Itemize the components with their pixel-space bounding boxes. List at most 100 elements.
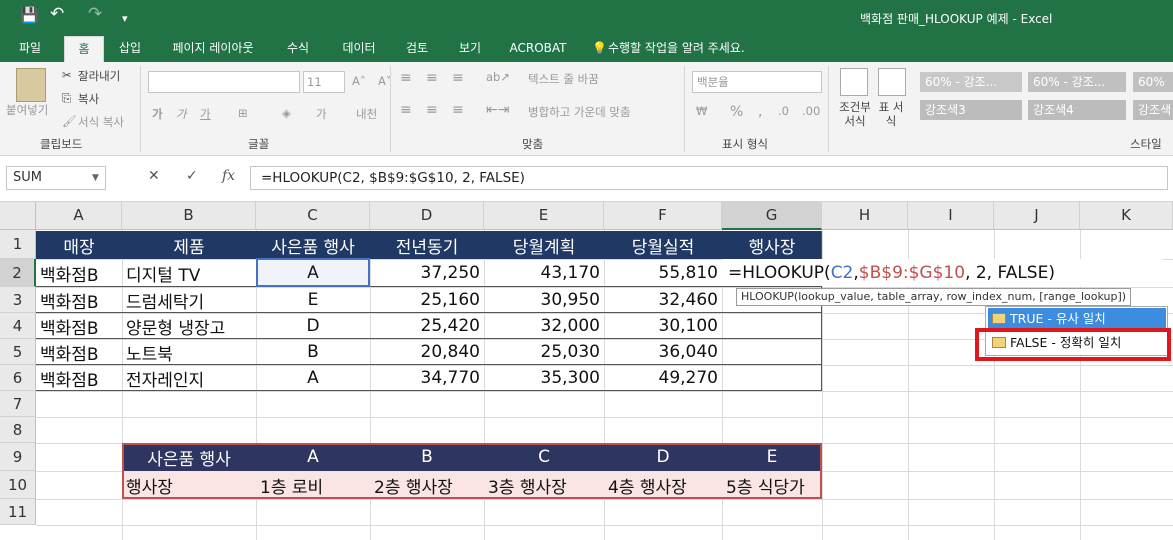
customize-quick-access-icon[interactable]: ▾ [122,12,128,25]
grow-font-icon[interactable]: A˄ [352,74,366,88]
align-top-icon[interactable]: ≡ [400,70,412,86]
conditional-format-button[interactable]: 조건부 서식 [836,100,874,128]
table1-cell[interactable]: 백화점B [36,287,122,313]
tab-file[interactable]: 파일 [10,36,50,62]
font-name-select[interactable] [148,71,300,93]
table1-header-cell[interactable]: 전년동기 [370,231,484,259]
table1-cell[interactable]: 전자레인지 [122,365,256,391]
style-chip[interactable]: 강조색 [1133,100,1173,120]
table2-cell[interactable]: 2층 행사장 [370,471,484,499]
table2-header-cell[interactable]: E [722,443,822,471]
table2-cell[interactable]: 3층 행사장 [484,471,604,499]
border-icon[interactable]: ⊞ [238,106,248,120]
table1-cell[interactable]: 25,030 [484,339,604,365]
table1-cell[interactable]: 32,000 [484,313,604,339]
row-header-2[interactable]: 2 [0,259,36,287]
redo-icon[interactable]: ↷ [88,4,102,24]
decrease-decimal-icon[interactable]: .00 [802,104,820,118]
table1-header-cell[interactable]: 매장 [36,231,122,259]
row-header-10[interactable]: 10 [0,471,36,499]
style-chip[interactable]: 60% - 강조... [920,72,1022,92]
table1-cell[interactable]: 디지털 TV [122,259,256,287]
table1-cell[interactable]: E [256,287,370,313]
style-chip[interactable]: 강조색4 [1028,100,1126,120]
column-header-g[interactable]: G [722,202,822,230]
align-center-icon[interactable]: ≡ [426,102,438,118]
table1-cell[interactable]: 34,770 [370,365,484,391]
column-header-b[interactable]: B [122,202,256,230]
align-middle-icon[interactable]: ≡ [426,70,438,86]
column-header-c[interactable]: C [256,202,370,230]
format-as-table-button[interactable]: 표 서식 [876,100,906,128]
table1-cell[interactable]: 백화점B [36,313,122,339]
row-header-7[interactable]: 7 [0,391,36,417]
fill-color-icon[interactable]: ◈ [282,106,291,120]
table1-cell[interactable]: 49,270 [604,365,722,391]
format-as-table-icon[interactable] [878,68,906,96]
percent-button[interactable]: % [730,104,743,120]
paste-icon[interactable] [16,68,46,102]
tab-insert[interactable]: 삽입 [110,36,150,62]
row-header-8[interactable]: 8 [0,417,36,443]
copy-icon[interactable]: ⎘ [62,91,71,106]
name-box[interactable]: SUM [6,166,106,190]
formula-input[interactable]: =HLOOKUP(C2, $B$9:$G$10, 2, FALSE) [250,166,1168,190]
tab-home[interactable]: 홈 [64,36,104,62]
scissors-icon[interactable]: ✂ [62,68,72,82]
table1-cell[interactable]: 드럼세탁기 [122,287,256,313]
merge-center-button[interactable]: 병합하고 가운데 맞춤 [528,104,631,120]
row-header-5[interactable]: 5 [0,339,36,365]
table1-header-cell[interactable]: 행사장 [722,231,822,259]
table1-cell[interactable]: 36,040 [604,339,722,365]
table1-cell[interactable]: 백화점B [36,339,122,365]
row-header-9[interactable]: 9 [0,443,36,471]
table1-cell[interactable]: 30,950 [484,287,604,313]
table1-cell[interactable]: 25,420 [370,313,484,339]
table1-cell[interactable]: 20,840 [370,339,484,365]
row-header-1[interactable]: 1 [0,230,36,259]
paste-button[interactable]: 붙여넣기 [6,102,48,118]
table1-header-cell[interactable]: 사은품 행사 [256,231,370,259]
column-header-a[interactable]: A [36,202,122,230]
tab-data[interactable]: 데이터 [334,36,384,62]
row-header-11[interactable]: 11 [0,499,36,525]
table2-cell[interactable]: 1층 로비 [256,471,370,499]
save-icon[interactable]: 💾 [20,6,39,24]
underline-button[interactable]: 가 [200,106,211,122]
font-size-select[interactable]: 11 [303,71,345,93]
table1-cell[interactable]: B [256,339,370,365]
table2-header-cell[interactable]: B [370,443,484,471]
row-header-3[interactable]: 3 [0,287,36,313]
table1-cell[interactable]: 양문형 냉장고 [122,313,256,339]
column-header-f[interactable]: F [604,202,722,230]
column-header-k[interactable]: K [1080,202,1173,230]
table1-cell[interactable]: 37,250 [370,259,484,287]
select-all-corner[interactable] [0,202,36,230]
table1-cell[interactable]: 25,160 [370,287,484,313]
style-chip[interactable]: 60% [1133,72,1173,92]
table1-cell[interactable]: 백화점B [36,259,122,287]
orientation-icon[interactable]: ab↗ [486,70,510,84]
cut-button[interactable]: 잘라내기 [78,68,120,84]
indent-icon[interactable]: ⇤⇥ [486,102,509,118]
table1-header-cell[interactable]: 당월실적 [604,231,722,259]
column-header-d[interactable]: D [370,202,484,230]
conditional-format-icon[interactable] [840,68,868,96]
italic-button[interactable]: 가 [176,106,187,122]
column-header-i[interactable]: I [908,202,994,230]
tab-page-layout[interactable]: 페이지 레이아웃 [163,36,263,62]
table2-cell[interactable]: 5층 식당가 [722,471,822,499]
style-chip[interactable]: 강조색3 [920,100,1022,120]
number-format-select[interactable]: 백분율 [692,71,822,93]
format-painter-icon[interactable]: 🖌 [62,114,77,128]
table1-cell[interactable]: 55,810 [604,259,722,287]
table1-cell[interactable]: 43,170 [484,259,604,287]
table1-header-cell[interactable]: 제품 [122,231,256,259]
style-chip[interactable]: 60% - 강조... [1028,72,1126,92]
currency-icon[interactable]: ₩ [696,104,707,118]
insert-function-icon[interactable]: fx [222,168,235,184]
chevron-down-icon[interactable]: ▼ [92,173,99,183]
table1-cell[interactable]: A [256,365,370,391]
enter-icon[interactable]: ✓ [186,168,198,184]
format-painter-button[interactable]: 서식 복사 [78,114,124,130]
